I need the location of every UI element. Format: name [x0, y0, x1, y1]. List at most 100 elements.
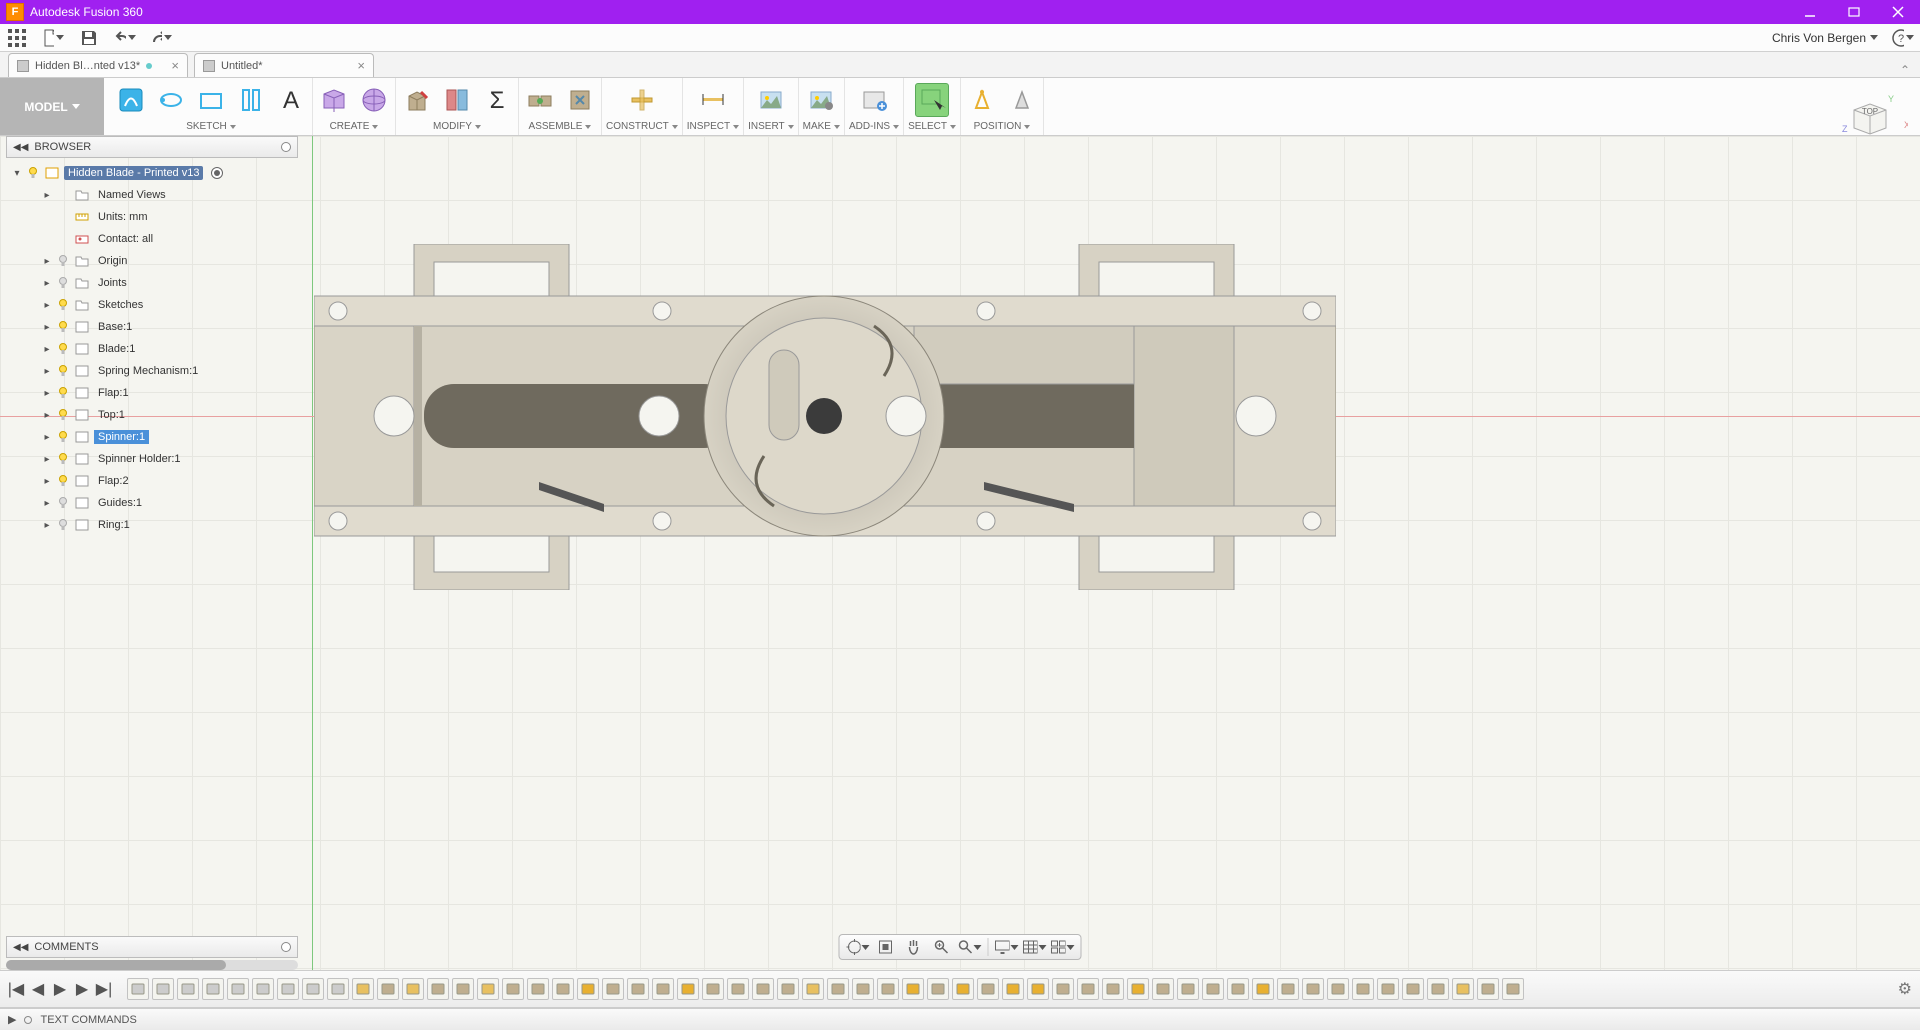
- timeline-feature[interactable]: [677, 978, 699, 1000]
- visibility-bulb-icon[interactable]: [56, 518, 70, 532]
- timeline-feature[interactable]: [452, 978, 474, 1000]
- timeline-feature[interactable]: [127, 978, 149, 1000]
- undo-icon[interactable]: [114, 27, 136, 49]
- create-tool-1[interactable]: [357, 83, 391, 117]
- timeline-feature[interactable]: [1077, 978, 1099, 1000]
- tree-item[interactable]: ▸Blade:1: [6, 338, 298, 360]
- tree-item[interactable]: ▸Named Views: [6, 184, 298, 206]
- timeline-feature[interactable]: [852, 978, 874, 1000]
- sketch-tool-0[interactable]: [114, 83, 148, 117]
- expand-icon[interactable]: ▸: [42, 520, 52, 531]
- browser-header[interactable]: ◀◀ BROWSER: [6, 136, 298, 158]
- panel-options-icon[interactable]: [281, 142, 291, 152]
- viewport-layout-icon[interactable]: [1051, 936, 1075, 958]
- timeline-step-back-icon[interactable]: ◀: [28, 979, 48, 999]
- timeline-step-fwd-icon[interactable]: ▶: [72, 979, 92, 999]
- tree-item[interactable]: Contact: all: [6, 228, 298, 250]
- visibility-bulb-icon[interactable]: [56, 254, 70, 268]
- select-tool-0[interactable]: [915, 83, 949, 117]
- tree-item[interactable]: ▸Sketches: [6, 294, 298, 316]
- workspace-switcher[interactable]: MODEL: [0, 78, 104, 135]
- expand-icon[interactable]: ▸: [42, 278, 52, 289]
- canvas[interactable]: ◀◀ BROWSER ▾ Hidden Blade - Printed v13 …: [0, 136, 1920, 970]
- modify-tool-0[interactable]: [400, 83, 434, 117]
- add-ins-tool-0[interactable]: [857, 83, 891, 117]
- expand-icon[interactable]: ▸: [42, 476, 52, 487]
- timeline-feature[interactable]: [552, 978, 574, 1000]
- user-menu[interactable]: Chris Von Bergen: [1772, 31, 1878, 45]
- timeline-feature[interactable]: [1202, 978, 1224, 1000]
- timeline-feature[interactable]: [1102, 978, 1124, 1000]
- tree-item[interactable]: ▸Joints: [6, 272, 298, 294]
- visibility-bulb-icon[interactable]: [56, 408, 70, 422]
- timeline-feature[interactable]: [702, 978, 724, 1000]
- timeline-feature[interactable]: [1427, 978, 1449, 1000]
- position-tool-1[interactable]: [1005, 83, 1039, 117]
- pan-icon[interactable]: [902, 936, 926, 958]
- timeline-play-icon[interactable]: ▶: [50, 979, 70, 999]
- modify-tool-2[interactable]: Σ: [480, 83, 514, 117]
- ribbon-group-label[interactable]: INSERT: [748, 119, 794, 135]
- ribbon-group-label[interactable]: MAKE: [803, 119, 840, 135]
- construct-tool-0[interactable]: [625, 83, 659, 117]
- timeline-feature[interactable]: [227, 978, 249, 1000]
- view-cube[interactable]: Y X Z TOP: [1836, 92, 1892, 132]
- look-at-icon[interactable]: [874, 936, 898, 958]
- timeline-settings-icon[interactable]: ⚙: [1898, 979, 1912, 999]
- timeline-feature[interactable]: [252, 978, 274, 1000]
- visibility-bulb-icon[interactable]: [56, 276, 70, 290]
- help-icon[interactable]: ?: [1892, 27, 1914, 49]
- tree-item[interactable]: ▸Spinner Holder:1: [6, 448, 298, 470]
- zoom-icon[interactable]: [930, 936, 954, 958]
- sketch-tool-3[interactable]: [234, 83, 268, 117]
- new-file-icon[interactable]: [42, 27, 64, 49]
- expand-icon[interactable]: ▸: [42, 300, 52, 311]
- expand-icon[interactable]: ▸: [42, 454, 52, 465]
- timeline-feature[interactable]: [652, 978, 674, 1000]
- timeline-feature[interactable]: [327, 978, 349, 1000]
- timeline-feature[interactable]: [152, 978, 174, 1000]
- ribbon-group-label[interactable]: SELECT: [908, 119, 956, 135]
- orbit-icon[interactable]: [846, 936, 870, 958]
- timeline-feature[interactable]: [1502, 978, 1524, 1000]
- timeline-feature[interactable]: [927, 978, 949, 1000]
- sketch-tool-4[interactable]: A: [274, 83, 308, 117]
- timeline-feature[interactable]: [202, 978, 224, 1000]
- document-tab[interactable]: Untitled* ×: [194, 53, 374, 77]
- tree-item[interactable]: ▸Origin: [6, 250, 298, 272]
- timeline-feature[interactable]: [1002, 978, 1024, 1000]
- ribbon-group-label[interactable]: CREATE: [330, 119, 379, 135]
- ribbon-group-label[interactable]: SKETCH: [186, 119, 236, 135]
- timeline-feature[interactable]: [427, 978, 449, 1000]
- browser-scrollbar[interactable]: [6, 960, 298, 970]
- timeline-feature[interactable]: [1277, 978, 1299, 1000]
- insert-tool-0[interactable]: [754, 83, 788, 117]
- ribbon-group-label[interactable]: POSITION: [974, 119, 1031, 135]
- tree-item[interactable]: ▸Ring:1: [6, 514, 298, 536]
- tree-item[interactable]: ▸Flap:1: [6, 382, 298, 404]
- ribbon-group-label[interactable]: CONSTRUCT: [606, 119, 678, 135]
- tree-item[interactable]: Units: mm: [6, 206, 298, 228]
- timeline-feature[interactable]: [402, 978, 424, 1000]
- create-tool-0[interactable]: [317, 83, 351, 117]
- inspect-tool-0[interactable]: [696, 83, 730, 117]
- timeline-feature[interactable]: [1352, 978, 1374, 1000]
- tree-item[interactable]: ▸Flap:2: [6, 470, 298, 492]
- timeline-feature[interactable]: [477, 978, 499, 1000]
- timeline-feature[interactable]: [1302, 978, 1324, 1000]
- timeline-feature[interactable]: [977, 978, 999, 1000]
- timeline-feature[interactable]: [502, 978, 524, 1000]
- tree-item[interactable]: ▸Spinner:1: [6, 426, 298, 448]
- assemble-tool-1[interactable]: [563, 83, 597, 117]
- timeline-feature[interactable]: [527, 978, 549, 1000]
- timeline-feature[interactable]: [1402, 978, 1424, 1000]
- panel-options-icon[interactable]: [281, 942, 291, 952]
- tree-item[interactable]: ▸Spring Mechanism:1: [6, 360, 298, 382]
- expand-icon[interactable]: ▸: [42, 388, 52, 399]
- apps-grid-icon[interactable]: [6, 27, 28, 49]
- timeline-end-icon[interactable]: ▶|: [94, 979, 114, 999]
- timeline-feature[interactable]: [602, 978, 624, 1000]
- expand-icon[interactable]: ▸: [42, 410, 52, 421]
- minimize-button[interactable]: [1788, 0, 1832, 24]
- visibility-bulb-icon[interactable]: [26, 166, 40, 180]
